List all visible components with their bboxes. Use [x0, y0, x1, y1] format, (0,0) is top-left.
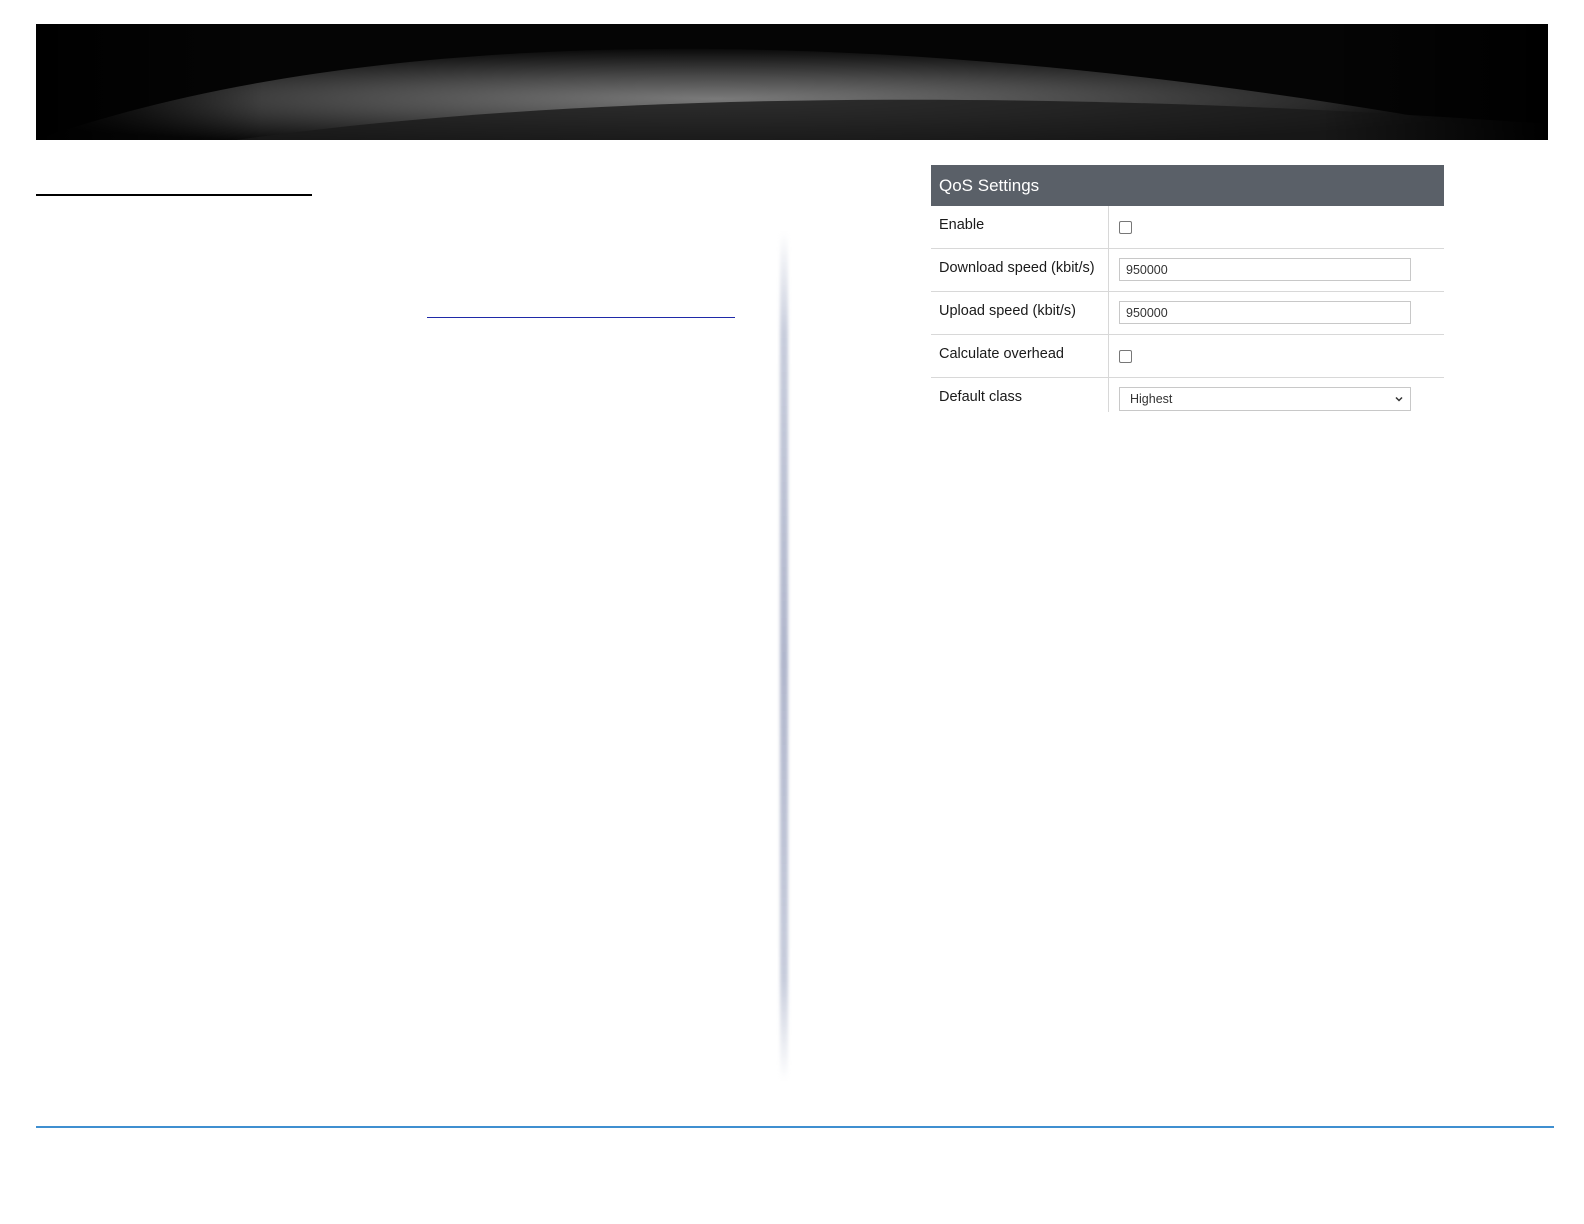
- upload-speed-cell: [1108, 292, 1444, 334]
- chevron-down-icon: [1395, 396, 1403, 402]
- qos-row-calculate-overhead: Calculate overhead: [931, 335, 1444, 378]
- calculate-overhead-checkbox[interactable]: [1119, 350, 1132, 363]
- qos-row-upload-speed: Upload speed (kbit/s): [931, 292, 1444, 335]
- header-banner: [36, 24, 1548, 140]
- default-class-selected-value: Highest: [1130, 392, 1173, 406]
- enable-cell: [1108, 206, 1444, 248]
- download-speed-input[interactable]: [1119, 258, 1411, 281]
- download-speed-cell: [1108, 249, 1444, 291]
- column-divider: [780, 232, 788, 1080]
- default-class-cell: Highest: [1108, 378, 1444, 412]
- qos-row-default-class: Default class Highest: [931, 378, 1444, 412]
- default-class-select[interactable]: Highest: [1119, 387, 1411, 411]
- calculate-overhead-label: Calculate overhead: [939, 346, 1064, 362]
- download-speed-label: Download speed (kbit/s): [939, 260, 1095, 276]
- qos-settings-panel: QoS Settings Enable Download speed (kbit…: [931, 165, 1444, 412]
- qos-row-enable: Enable: [931, 206, 1444, 249]
- qos-row-download-speed: Download speed (kbit/s): [931, 249, 1444, 292]
- manual-page: QoS Settings Enable Download speed (kbit…: [0, 0, 1584, 1224]
- footer-divider-line: [36, 1126, 1554, 1128]
- enable-checkbox[interactable]: [1119, 221, 1132, 234]
- qos-settings-title: QoS Settings: [931, 165, 1444, 206]
- calculate-overhead-cell: [1108, 335, 1444, 377]
- enable-label: Enable: [939, 217, 985, 233]
- section-heading-underline: [36, 194, 312, 196]
- header-banner-graphic: [36, 24, 1548, 140]
- hyperlink-underline[interactable]: [427, 317, 735, 318]
- upload-speed-input[interactable]: [1119, 301, 1411, 324]
- upload-speed-label: Upload speed (kbit/s): [939, 303, 1077, 319]
- default-class-label: Default class: [939, 389, 1023, 405]
